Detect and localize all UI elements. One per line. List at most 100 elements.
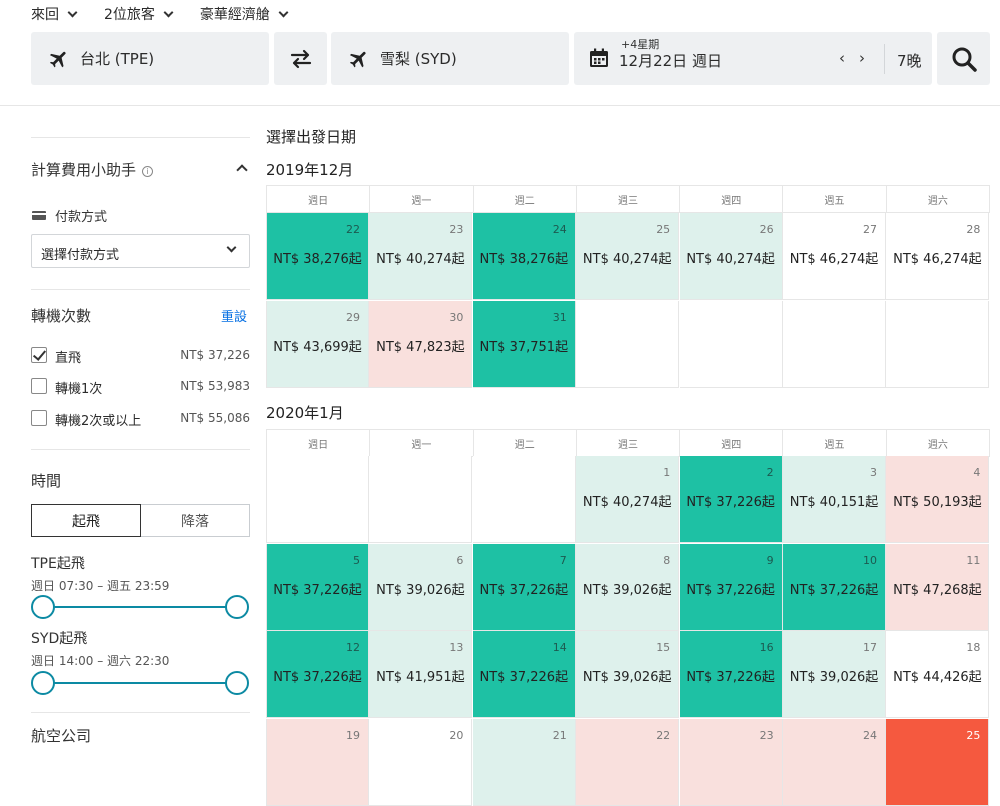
calendar-empty-cell (472, 456, 576, 543)
calendar-day-cell[interactable]: 5 NT$ 37,226起 (266, 543, 369, 631)
day-number: 21 (552, 728, 567, 742)
travelers-dropdown[interactable]: 2位旅客 (104, 4, 174, 24)
weekday-label: 週日 (267, 185, 371, 213)
day-price: NT$ 47,268起 (893, 582, 982, 598)
stops-option-price: NT$ 55,086 (180, 411, 250, 425)
calendar-day-cell[interactable]: 27 NT$ 46,274起 (783, 213, 886, 300)
calendar-day-cell[interactable]: 29 NT$ 43,699起 (266, 300, 369, 388)
checkbox-direct[interactable] (31, 347, 47, 363)
day-price: NT$ 47,823起 (376, 339, 465, 355)
destination-value: 雪梨 (SYD) (380, 50, 457, 68)
info-icon[interactable]: i (142, 166, 154, 177)
credit-card-icon (32, 211, 46, 220)
day-price: NT$ 37,751起 (479, 339, 569, 355)
weekday-label: 週六 (886, 185, 990, 213)
trip-type-dropdown[interactable]: 來回 (31, 4, 78, 24)
day-price: NT$ 43,699起 (273, 339, 362, 355)
calendar-day-cell[interactable]: 14 NT$ 37,226起 (472, 631, 576, 718)
tab-arrival[interactable]: 降落 (141, 504, 250, 537)
stops-option-direct[interactable]: 直飛 NT$ 37,226 (31, 346, 250, 366)
search-bar: 來回 2位旅客 豪華經濟艙 台北 (TPE) 雪梨 (SYD) +4星期 12月… (0, 0, 1000, 106)
chevron-up-icon[interactable] (236, 164, 248, 176)
calendar-day-cell[interactable]: 31 NT$ 37,751起 (472, 300, 576, 388)
day-number: 20 (449, 728, 464, 742)
cabin-class-dropdown[interactable]: 豪華經濟艙 (200, 4, 289, 24)
day-number: 1 (663, 466, 671, 479)
calendar-day-cell[interactable]: 4 NT$ 50,193起 (886, 456, 990, 543)
calendar-day-cell[interactable]: 10 NT$ 37,226起 (783, 543, 886, 631)
calendar-day-cell[interactable]: 1 NT$ 40,274起 (576, 456, 680, 543)
calendar-day-cell[interactable]: 6 NT$ 39,026起 (369, 543, 473, 631)
weekday-header: 週日 週一 週二 週三 週四 週五 週六 (266, 185, 990, 213)
calendar-day-cell[interactable]: 21 (472, 718, 576, 806)
syd-slider-track[interactable] (43, 682, 237, 684)
day-price: NT$ 46,274起 (893, 252, 982, 267)
reset-stops-link[interactable]: 重設 (221, 306, 247, 325)
checkbox-two-plus-stops[interactable] (31, 410, 47, 426)
day-number: 4 (973, 466, 981, 479)
day-number: 22 (656, 728, 671, 742)
calendar-day-cell[interactable]: 22 (576, 718, 680, 806)
tpe-slider-end-handle[interactable] (225, 595, 249, 619)
calendar-day-cell[interactable]: 12 NT$ 37,226起 (266, 631, 369, 718)
stops-option-two-plus[interactable]: 轉機2次或以上 NT$ 55,086 (31, 409, 250, 429)
calendar-day-cell[interactable]: 18 NT$ 44,426起 (886, 631, 990, 718)
destination-field[interactable]: 雪梨 (SYD) (331, 32, 569, 85)
day-number: 18 (966, 641, 981, 654)
stops-option-one[interactable]: 轉機1次 NT$ 53,983 (31, 377, 250, 397)
stops-option-label: 直飛 (55, 351, 82, 366)
calendar-empty-cell (576, 300, 680, 388)
swap-button[interactable] (274, 32, 327, 85)
calendar-heading: 選擇出發日期 (266, 128, 357, 146)
calendar-day-cell[interactable]: 16 NT$ 37,226起 (679, 631, 783, 718)
checkbox-one-stop[interactable] (31, 378, 47, 394)
calendar-day-cell[interactable]: 24 NT$ 38,276起 (472, 213, 576, 300)
day-number: 25 (966, 728, 981, 742)
day-price: NT$ 40,274起 (582, 252, 672, 267)
calendar-day-cell[interactable]: 23 NT$ 40,274起 (369, 213, 473, 300)
stops-option-label: 轉機1次 (55, 382, 103, 397)
tab-departure[interactable]: 起飛 (31, 504, 141, 537)
previous-date-button[interactable]: ‹ (839, 49, 845, 67)
calendar-day-cell[interactable]: 2 NT$ 37,226起 (679, 456, 783, 543)
calendar-day-cell[interactable]: 15 NT$ 39,026起 (576, 631, 680, 718)
calendar-day-cell[interactable]: 8 NT$ 39,026起 (576, 543, 680, 631)
day-number: 10 (863, 553, 877, 567)
day-price: NT$ 40,151起 (789, 495, 879, 510)
calendar-day-cell[interactable]: 22 NT$ 38,276起 (266, 213, 369, 300)
tpe-slider-start-handle[interactable] (31, 595, 55, 619)
calendar-day-cell[interactable]: 30 NT$ 47,823起 (369, 300, 473, 388)
tpe-slider-track[interactable] (43, 606, 237, 608)
day-number: 30 (449, 310, 464, 324)
nights-value[interactable]: 7晚 (897, 50, 922, 71)
calendar-empty-cell (886, 300, 990, 388)
origin-field[interactable]: 台北 (TPE) (31, 32, 269, 85)
calendar-day-cell[interactable]: 24 (783, 718, 886, 806)
syd-slider-end-handle[interactable] (225, 671, 249, 695)
calendar-day-cell[interactable]: 25 NT$ 40,274起 (576, 213, 680, 300)
day-price: NT$ 37,226起 (789, 582, 879, 598)
calendar-day-cell[interactable]: 9 NT$ 37,226起 (679, 543, 783, 631)
syd-departure-title: SYD起飛 (31, 631, 88, 647)
weekday-label: 週五 (783, 429, 887, 457)
payment-method-select[interactable]: 選擇付款方式 (31, 234, 250, 268)
calendar-day-cell[interactable]: 3 NT$ 40,151起 (783, 456, 886, 543)
calendar-day-cell[interactable]: 26 NT$ 40,274起 (679, 213, 783, 300)
search-button[interactable] (937, 32, 990, 85)
syd-slider-start-handle[interactable] (31, 671, 55, 695)
calendar-day-cell[interactable]: 17 NT$ 39,026起 (783, 631, 886, 718)
calendar-day-cell[interactable]: 25 (886, 718, 990, 806)
calendar-day-cell[interactable]: 28 NT$ 46,274起 (886, 213, 990, 300)
search-icon (952, 47, 977, 72)
price-calculator-header[interactable]: 計算費用小助手 i (31, 159, 154, 180)
syd-departure-range: 週日 14:00 – 週六 22:30 (31, 654, 170, 668)
calendar-day-cell[interactable]: 13 NT$ 41,951起 (369, 631, 473, 718)
calendar-day-cell[interactable]: 7 NT$ 37,226起 (472, 543, 576, 631)
next-date-button[interactable]: › (859, 49, 865, 67)
weekday-label: 週二 (473, 185, 577, 213)
calendar-day-cell[interactable]: 23 (679, 718, 783, 806)
calendar-day-cell[interactable]: 11 NT$ 47,268起 (886, 543, 990, 631)
calendar-day-cell[interactable]: 20 (369, 718, 473, 806)
date-field[interactable]: +4星期 12月22日 週日 ‹ › 7晚 (574, 32, 932, 85)
calendar-day-cell[interactable]: 19 (266, 718, 369, 806)
